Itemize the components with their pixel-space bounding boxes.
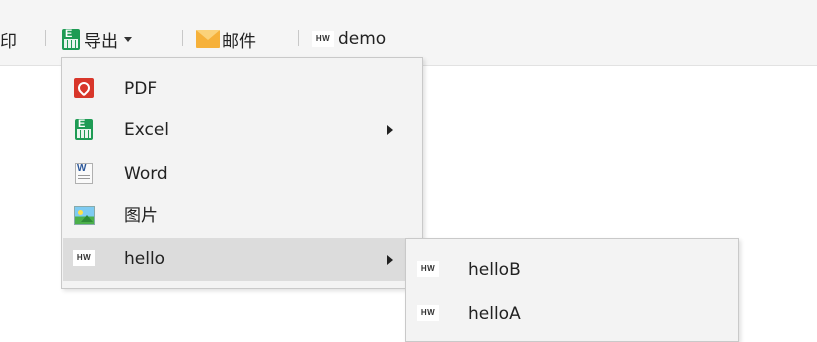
submenu-item-hellob[interactable]: HW helloB bbox=[407, 249, 737, 290]
submenu-item-label: helloB bbox=[468, 260, 521, 280]
demo-label: demo bbox=[338, 29, 387, 49]
menu-item-label: 图片 bbox=[124, 206, 158, 226]
print-button[interactable]: 印 bbox=[0, 26, 17, 52]
export-label: 导出 bbox=[84, 31, 118, 52]
demo-button[interactable]: HW demo bbox=[312, 26, 386, 52]
word-icon bbox=[75, 162, 93, 184]
submenu-item-label: helloA bbox=[468, 304, 521, 324]
menu-item-label: Word bbox=[124, 164, 168, 184]
export-excel-icon bbox=[62, 28, 80, 50]
mail-label: 邮件 bbox=[222, 31, 256, 52]
hw-icon: HW bbox=[312, 31, 334, 47]
pdf-icon bbox=[74, 78, 94, 98]
submenu-item-helloa[interactable]: HW helloA bbox=[407, 293, 737, 334]
menu-item-label: Excel bbox=[124, 120, 170, 140]
menu-item-image[interactable]: 图片 bbox=[63, 195, 421, 236]
mail-button[interactable]: 邮件 bbox=[196, 26, 256, 52]
menu-item-label: hello bbox=[124, 249, 166, 269]
chevron-right-icon bbox=[387, 255, 393, 265]
toolbar-separator bbox=[45, 30, 46, 46]
toolbar-separator bbox=[182, 30, 183, 46]
menu-item-hello[interactable]: HW hello bbox=[63, 238, 421, 281]
mail-icon bbox=[196, 30, 220, 48]
hw-icon: HW bbox=[73, 250, 95, 266]
hw-icon: HW bbox=[417, 261, 439, 277]
menu-item-word[interactable]: Word bbox=[63, 153, 421, 194]
toolbar-separator bbox=[298, 30, 299, 46]
image-icon bbox=[73, 205, 95, 225]
hello-submenu: HW helloB HW helloA bbox=[405, 238, 739, 342]
menu-item-excel[interactable]: Excel bbox=[63, 109, 421, 150]
excel-icon bbox=[75, 118, 93, 140]
print-label: 印 bbox=[0, 31, 17, 52]
export-button[interactable]: 导出 bbox=[62, 26, 132, 52]
menu-item-label: PDF bbox=[124, 79, 158, 99]
hw-icon: HW bbox=[417, 305, 439, 321]
chevron-down-icon bbox=[124, 36, 132, 42]
chevron-right-icon bbox=[387, 125, 393, 135]
export-menu: PDF Excel Word 图片 HW hello bbox=[61, 57, 423, 289]
menu-item-pdf[interactable]: PDF bbox=[63, 68, 421, 109]
